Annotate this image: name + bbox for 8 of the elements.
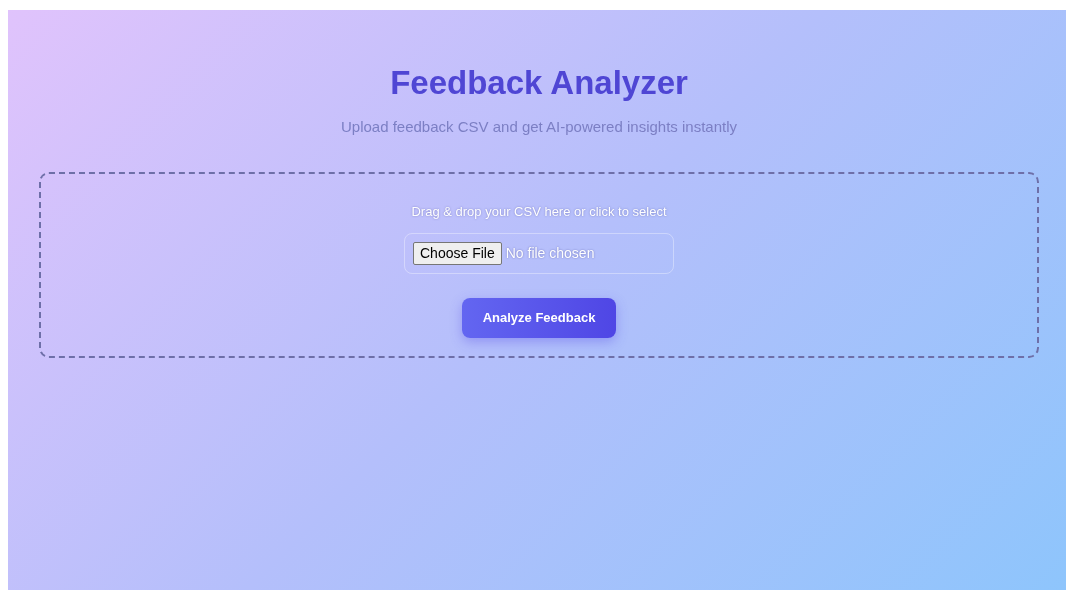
choose-file-button[interactable]: Choose File	[413, 242, 502, 265]
page-subtitle: Upload feedback CSV and get AI-powered insights instantly	[339, 117, 739, 137]
drop-hint: Drag & drop your CSV here or click to select	[410, 202, 668, 221]
file-status: No file chosen	[505, 244, 595, 263]
drop-zone[interactable]: Drag & drop your CSV here or click to select Choose File No file chosen Analyze Feedback	[39, 171, 1039, 358]
page-title: Feedback Analyzer	[389, 63, 689, 103]
file-input[interactable]: Choose File No file chosen	[404, 233, 674, 274]
analyze-button[interactable]: Analyze Feedback	[461, 298, 617, 338]
